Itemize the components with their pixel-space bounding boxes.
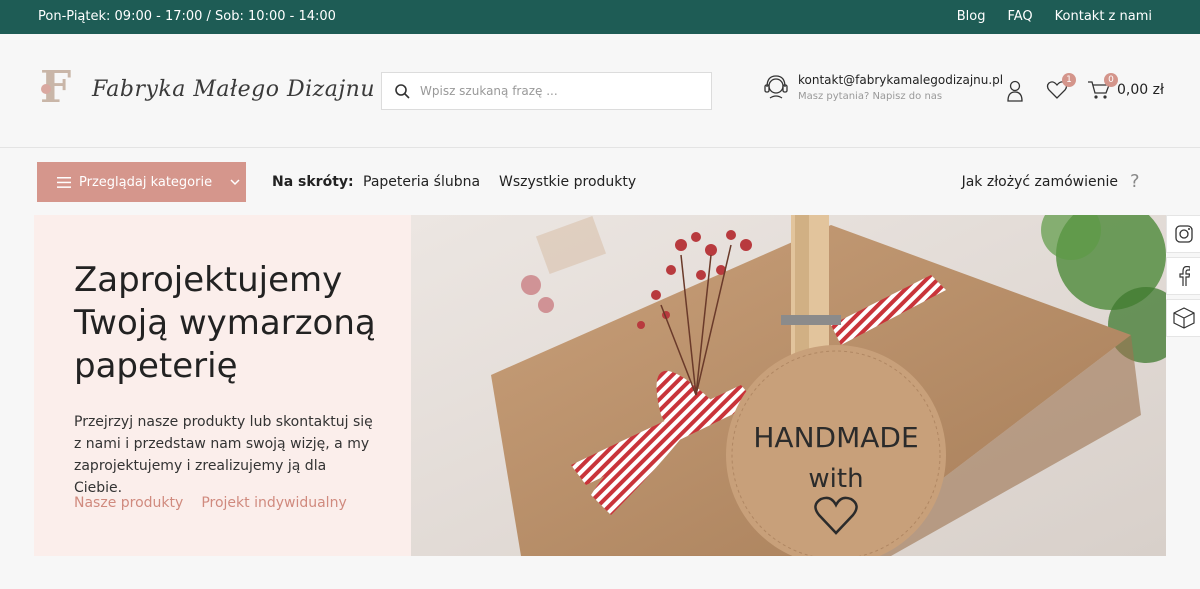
hero-title: Zaprojektujemy Twoją wymarzoną papeterię [74,260,376,386]
instagram-button[interactable] [1166,215,1200,253]
box-icon [1172,307,1195,329]
social-strip [1166,215,1200,341]
how-to-order-link[interactable]: Jak złożyć zamówienie [962,174,1118,190]
browse-categories-label: Przeglądaj kategorie [79,174,213,190]
logo-text: Fabryka Małego Dizajnu [92,76,376,102]
site-header: F Fabryka Małego Dizajnu kontakt@fabryka… [0,34,1200,148]
top-link-blog[interactable]: Blog [957,9,986,24]
nav-link-wedding-stationery[interactable]: Papeteria ślubna [363,174,480,190]
search-icon[interactable] [394,83,410,99]
menu-icon [57,176,71,188]
hero-text-panel: Zaprojektujemy Twoją wymarzoną papeterię… [34,215,411,556]
search-bar [381,72,712,110]
cart-button[interactable]: 0 [1088,73,1118,104]
wishlist-badge: 1 [1062,73,1076,87]
top-link-faq[interactable]: FAQ [1007,9,1032,24]
nav-link-all-products[interactable]: Wszystkie produkty [499,174,636,190]
cart-badge: 0 [1104,73,1118,87]
main-nav: Przeglądaj kategorie Na skróty: Papeteri… [0,149,1200,215]
tag-text-handmade: HANDMADE [753,421,918,454]
headset-icon [764,75,788,99]
contact-info: kontakt@fabrykamalegodizajnu.pl Masz pyt… [762,72,1003,102]
shortcuts-label: Na skróty: [272,174,354,190]
hero-image: HANDMADE with [411,215,1166,556]
box-button[interactable] [1166,299,1200,337]
cart-total[interactable]: 0,00 zł [1117,82,1164,98]
facebook-icon [1178,266,1190,286]
help-icon[interactable]: ? [1130,171,1140,192]
contact-email[interactable]: kontakt@fabrykamalegodizajnu.pl [798,73,1003,87]
hero-link-products[interactable]: Nasze produkty [74,495,183,511]
tag-text-with: with [808,464,863,494]
top-bar: Pon-Piątek: 09:00 - 17:00 / Sob: 10:00 -… [0,0,1200,34]
chevron-down-icon [230,179,240,186]
hero-description: Przejrzyj nasze produkty lub skontaktuj … [74,414,373,496]
opening-hours: Pon-Piątek: 09:00 - 17:00 / Sob: 10:00 -… [38,9,336,24]
instagram-icon [1174,225,1193,243]
logo[interactable]: F Fabryka Małego Dizajnu [38,62,376,113]
top-links: Blog FAQ Kontakt z nami [957,9,1152,24]
search-input[interactable] [420,84,690,98]
hero-banner: Zaprojektujemy Twoją wymarzoną papeterię… [34,215,1166,556]
contact-hint: Masz pytania? Napisz do nas [798,90,943,102]
wishlist-button[interactable]: 1 [1046,73,1076,104]
hero-link-custom-project[interactable]: Projekt indywidualny [201,495,346,511]
page-bottom [0,556,1200,589]
browse-categories-button[interactable]: Przeglądaj kategorie [37,162,246,202]
hero-links: Nasze produkty Projekt indywidualny [74,495,347,511]
facebook-button[interactable] [1166,257,1200,295]
top-link-contact[interactable]: Kontakt z nami [1055,9,1152,24]
logo-mark: F [40,62,72,113]
user-icon[interactable] [1007,80,1023,102]
